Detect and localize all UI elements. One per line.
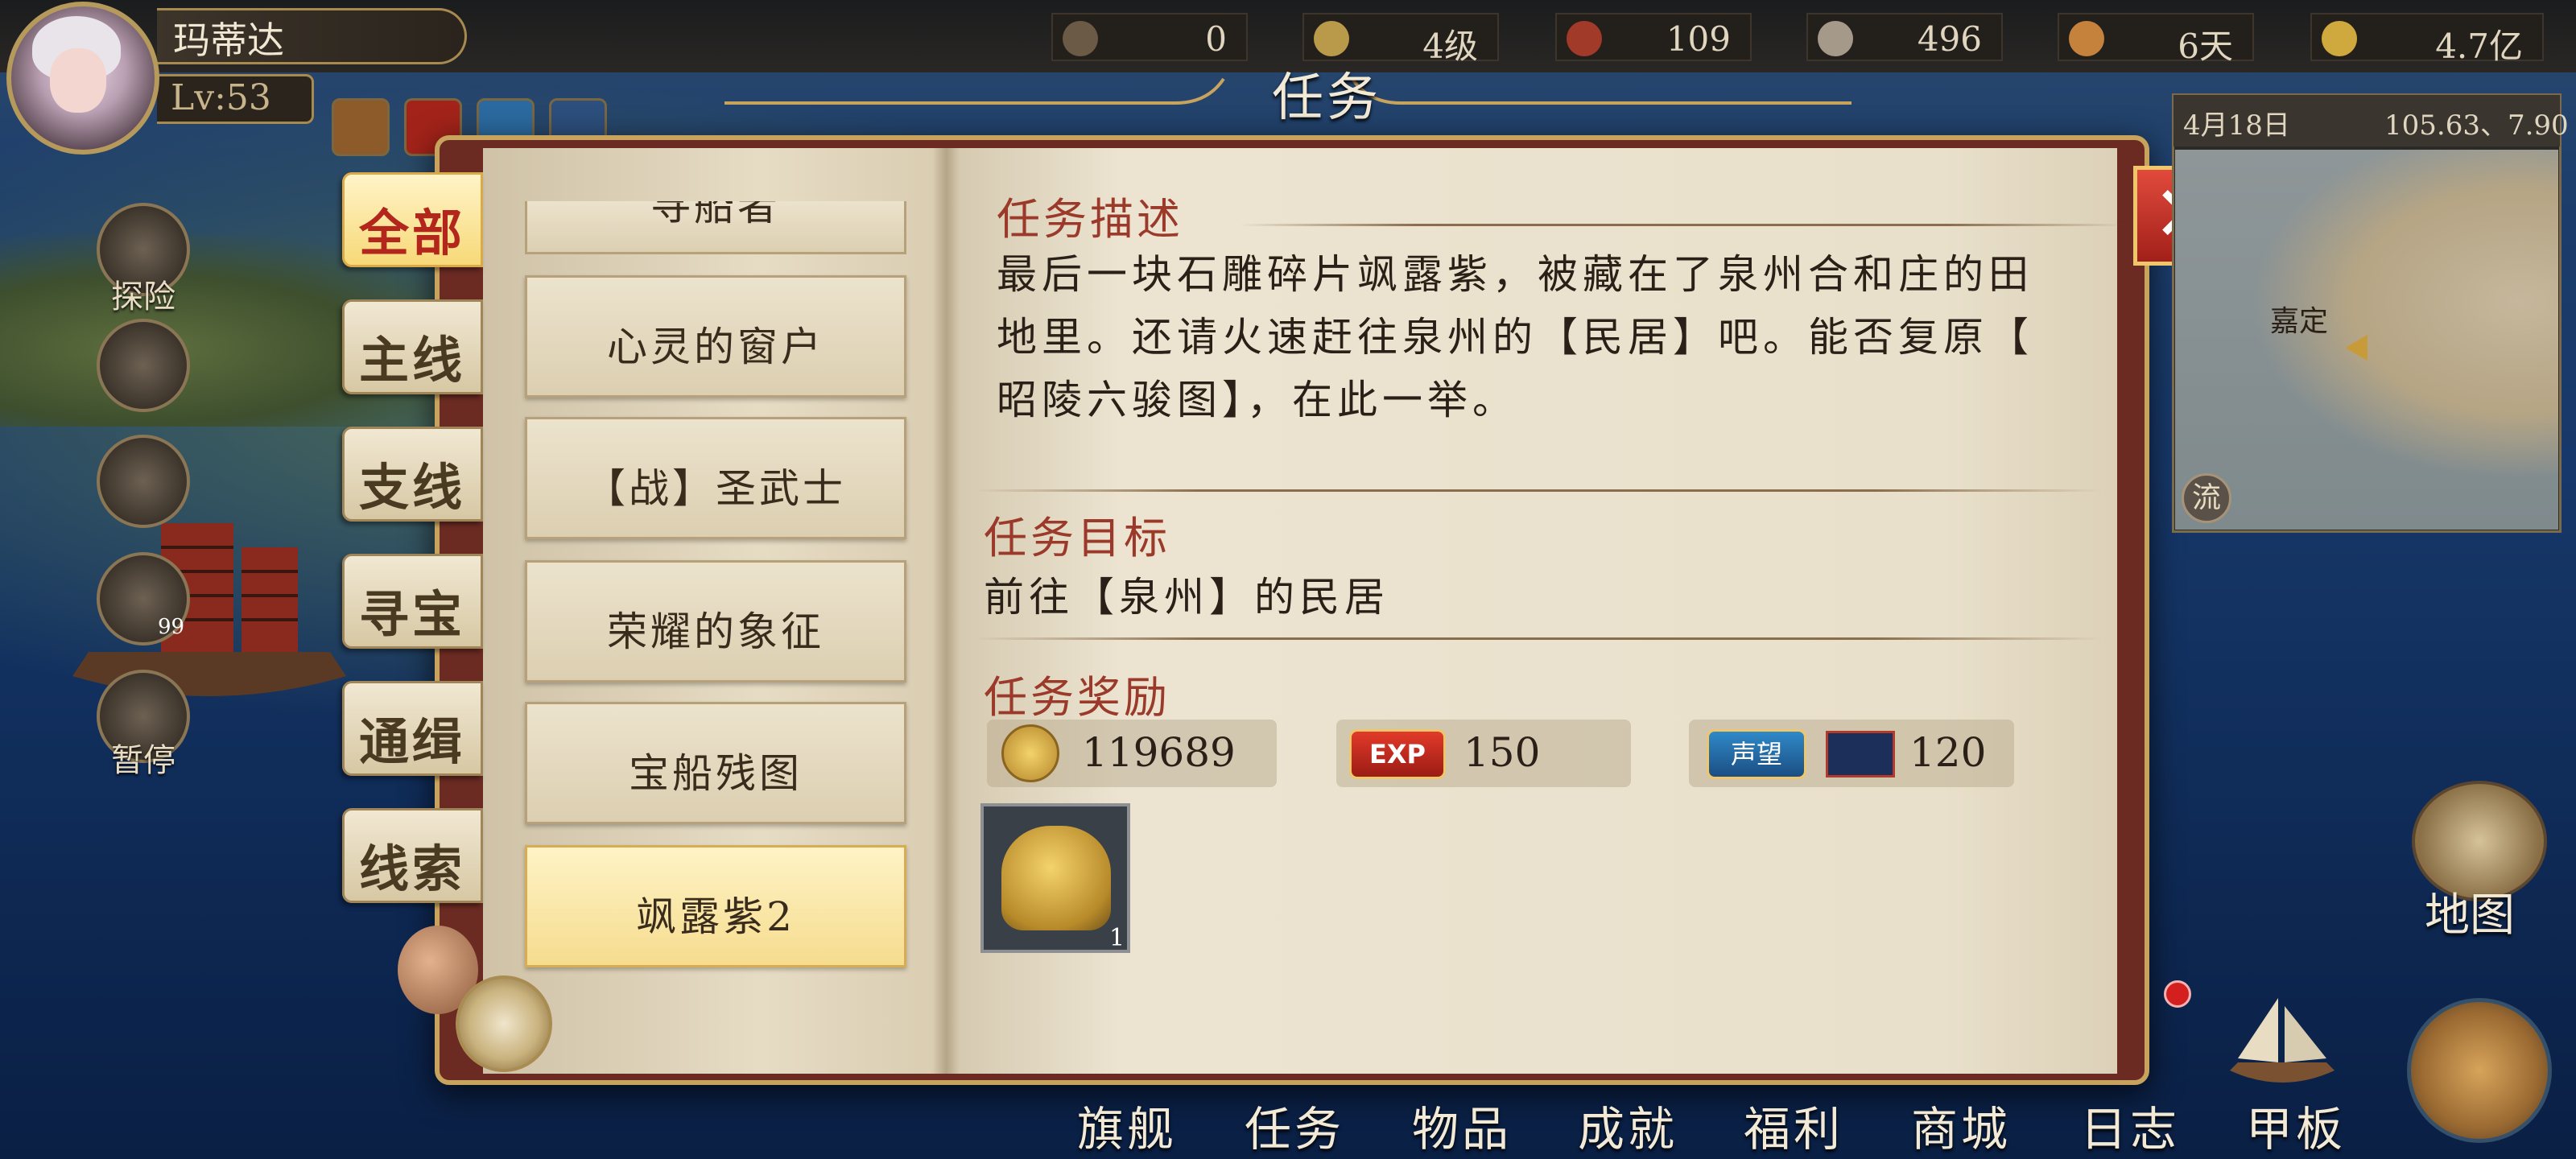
pause-label: 暂停 bbox=[111, 742, 175, 779]
nav-items[interactable]: 物品 bbox=[1412, 1091, 1512, 1159]
crossed-swords-icon[interactable] bbox=[2407, 998, 2552, 1143]
exp-icon: EXP bbox=[1349, 729, 1446, 779]
resource-value: 496 bbox=[1917, 19, 1982, 59]
nav-quests[interactable]: 任务 bbox=[1245, 1091, 1344, 1159]
nav-flagship[interactable]: 旗舰 bbox=[1077, 1091, 1177, 1159]
resource-value: 0 bbox=[1205, 19, 1227, 59]
map-coords: 105.63、7.90 bbox=[2384, 109, 2569, 142]
tab-label: 全部 bbox=[359, 204, 466, 262]
fleet-ship-icon bbox=[1567, 21, 1602, 56]
resource-food[interactable]: 6天 bbox=[2058, 13, 2254, 66]
anchor-icon[interactable] bbox=[97, 435, 190, 528]
dialog-title: 任务 bbox=[1272, 68, 1381, 128]
nav-shop[interactable]: 商城 bbox=[1911, 1091, 2011, 1159]
resource-rank[interactable]: 4级 bbox=[1302, 13, 1499, 66]
nav-deck[interactable]: 甲板 bbox=[2246, 1091, 2346, 1159]
deck-ship-icon[interactable] bbox=[2222, 990, 2343, 1103]
bread-icon bbox=[2069, 21, 2104, 56]
nav-achievements[interactable]: 成就 bbox=[1578, 1091, 1678, 1159]
tab-label: 主线 bbox=[359, 331, 466, 390]
boot-icon bbox=[1063, 21, 1098, 56]
tab-clues[interactable]: 线索 bbox=[342, 808, 483, 903]
tab-main[interactable]: 主线 bbox=[342, 299, 483, 394]
quest-goal: 前往【泉州】的民居 bbox=[984, 574, 1389, 621]
book-spine bbox=[932, 148, 960, 1074]
notification-dot bbox=[2164, 980, 2191, 1008]
nav-welfare[interactable]: 福利 bbox=[1744, 1091, 1843, 1159]
resource-sailors[interactable]: 496 bbox=[1806, 13, 2003, 61]
flow-button[interactable]: 流 bbox=[2182, 473, 2231, 523]
reward-gold-value: 119689 bbox=[1082, 729, 1236, 776]
resource-fleet[interactable]: 109 bbox=[1555, 13, 1752, 61]
desc-line: 地里。还请火速赶往泉州的【民居】吧。能否复原【 bbox=[997, 314, 2033, 361]
divider bbox=[1240, 224, 2125, 226]
quest-label: 【战】圣武士 bbox=[585, 465, 846, 512]
explore-label: 探险 bbox=[111, 278, 175, 316]
reward-reputation-value: 120 bbox=[1909, 729, 1987, 776]
resource-gold[interactable]: 4.7亿 bbox=[2310, 13, 2544, 66]
tab-label: 寻宝 bbox=[359, 585, 466, 644]
rank-wings-icon bbox=[1314, 21, 1349, 56]
tab-label: 支线 bbox=[359, 458, 466, 517]
tab-side[interactable]: 支线 bbox=[342, 427, 483, 522]
dragon-emblem-icon bbox=[1826, 731, 1895, 777]
desc-heading: 任务描述 bbox=[997, 194, 1183, 245]
tab-label: 通缉 bbox=[359, 712, 466, 771]
map-place-name: 嘉定 bbox=[2270, 305, 2329, 338]
resource-value: 6天 bbox=[2178, 27, 2233, 66]
quest-item[interactable]: 【战】圣武士 bbox=[525, 417, 906, 539]
sail-icon[interactable] bbox=[97, 319, 190, 412]
quest-item-partial[interactable]: 寻船者 bbox=[525, 201, 906, 254]
quest-label: 心灵的窗户 bbox=[607, 324, 824, 370]
reward-heading: 任务奖励 bbox=[984, 672, 1170, 723]
quest-item-selected[interactable]: 飒露紫2 bbox=[525, 845, 906, 967]
reward-exp-value: 150 bbox=[1463, 729, 1541, 776]
resource-value: 109 bbox=[1666, 19, 1731, 59]
player-name: 玛蒂达 bbox=[173, 19, 284, 62]
desc-line: 昭陵六骏图】，在此一举。 bbox=[997, 377, 1517, 423]
item-reward-slot[interactable] bbox=[980, 803, 1130, 953]
sailor-icon bbox=[1818, 21, 1853, 56]
avatar-face bbox=[50, 48, 106, 113]
compass-icon[interactable] bbox=[456, 975, 552, 1072]
quest-label: 宝船残图 bbox=[629, 750, 803, 797]
tab-wanted[interactable]: 通缉 bbox=[342, 681, 483, 776]
quest-description: 最后一块石雕碎片飒露紫，被藏在了泉州合和庄的田 地里。还请火速赶往泉州的【民居】… bbox=[997, 243, 2043, 431]
resource-value: 4.7亿 bbox=[2435, 27, 2523, 66]
quest-item[interactable]: 心灵的窗户 bbox=[525, 275, 906, 398]
quest-item[interactable]: 荣耀的象征 bbox=[525, 560, 906, 683]
tab-all[interactable]: 全部 bbox=[342, 172, 483, 267]
gold-coin-icon bbox=[1001, 724, 1059, 782]
map-date: 4月18日 bbox=[2183, 109, 2290, 142]
golden-lion-icon bbox=[1001, 826, 1111, 930]
quest-label: 荣耀的象征 bbox=[607, 608, 824, 655]
goal-heading: 任务目标 bbox=[984, 513, 1170, 563]
gear-icon[interactable] bbox=[332, 98, 390, 156]
gold-coin-icon bbox=[2322, 21, 2357, 56]
desc-line: 最后一块石雕碎片飒露紫，被藏在了泉州合和庄的田 bbox=[997, 251, 2033, 298]
player-level: Lv:53 bbox=[171, 77, 271, 118]
quest-label: 飒露紫2 bbox=[636, 893, 795, 940]
nav-log[interactable]: 日志 bbox=[2080, 1091, 2180, 1159]
tab-label: 线索 bbox=[359, 839, 466, 898]
resource-boot[interactable]: 0 bbox=[1051, 13, 1248, 61]
resource-value: 4级 bbox=[1422, 27, 1478, 66]
item-count: 1 bbox=[1109, 924, 1125, 952]
quest-item[interactable]: 宝船残图 bbox=[525, 702, 906, 824]
divider bbox=[974, 489, 2101, 492]
quest-label: 寻船者 bbox=[650, 201, 781, 229]
map-button-label: 地图 bbox=[2425, 889, 2515, 942]
reputation-icon: 声望 bbox=[1707, 729, 1806, 779]
hourglass-badge: 99 bbox=[158, 615, 185, 639]
tab-treasure[interactable]: 寻宝 bbox=[342, 554, 483, 649]
divider bbox=[974, 637, 2101, 640]
